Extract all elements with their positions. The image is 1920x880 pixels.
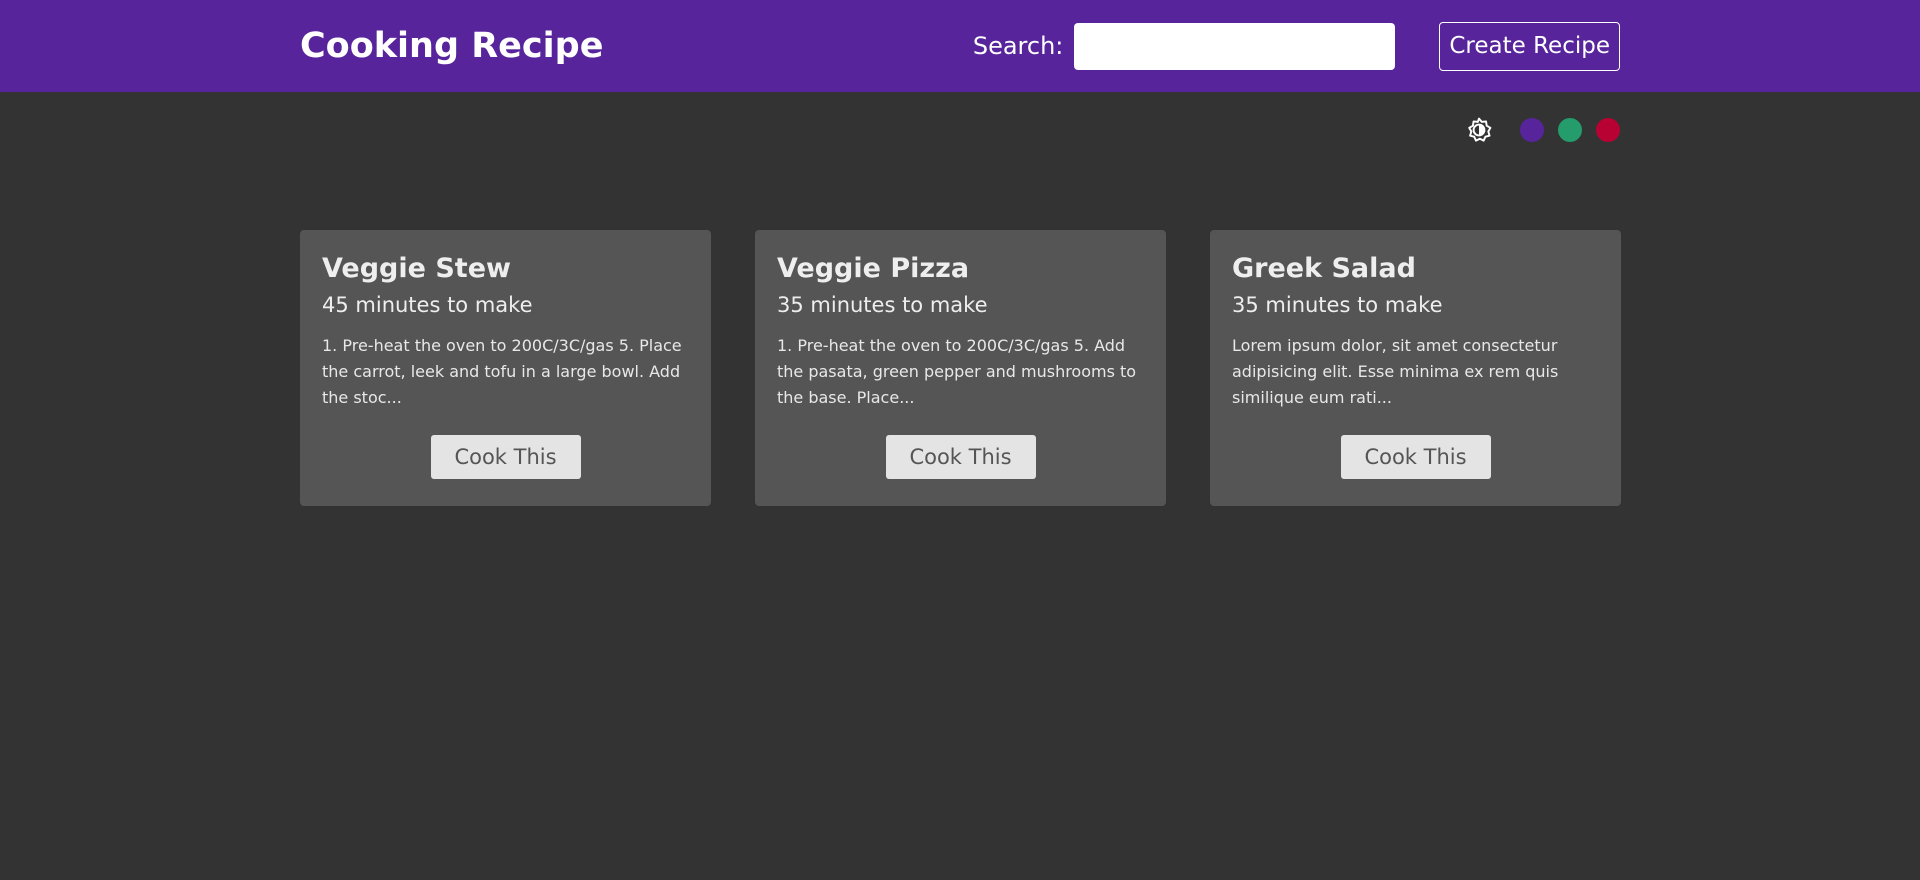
theme-swatch-red[interactable] — [1596, 118, 1620, 142]
brightness-toggle-icon[interactable] — [1466, 117, 1492, 143]
navbar: Cooking Recipe Search: Create Recipe — [0, 0, 1920, 92]
recipe-excerpt: 1. Pre-heat the oven to 200C/3C/gas 5. P… — [322, 336, 682, 407]
theme-swatch-green[interactable] — [1558, 118, 1582, 142]
brand-title[interactable]: Cooking Recipe — [300, 26, 603, 66]
recipe-card: Greek Salad 35 minutes to make Lorem ips… — [1210, 230, 1621, 506]
navbar-inner: Cooking Recipe Search: Create Recipe — [300, 0, 1620, 92]
recipe-excerpt: Lorem ipsum dolor, sit amet consectetur … — [1232, 336, 1559, 407]
recipe-title: Veggie Pizza — [777, 253, 970, 284]
create-recipe-button[interactable]: Create Recipe — [1439, 21, 1620, 71]
recipe-time: 45 minutes to make — [322, 293, 533, 317]
theme-swatch-purple[interactable] — [1520, 118, 1544, 142]
recipe-title: Greek Salad — [1232, 253, 1416, 284]
cook-this-button[interactable]: Cook This — [885, 435, 1036, 479]
navbar-actions: Search: Create Recipe — [972, 21, 1620, 71]
recipe-card: Veggie Stew 45 minutes to make 1. Pre-he… — [300, 230, 711, 506]
recipe-excerpt: 1. Pre-heat the oven to 200C/3C/gas 5. A… — [777, 336, 1137, 407]
search-label: Search: — [972, 32, 1064, 60]
search-input[interactable] — [1074, 22, 1396, 70]
recipe-time: 35 minutes to make — [777, 293, 988, 317]
cook-this-button[interactable]: Cook This — [1340, 435, 1491, 479]
recipe-time: 35 minutes to make — [1232, 293, 1443, 317]
recipe-list: Veggie Stew 45 minutes to make 1. Pre-he… — [300, 230, 1621, 506]
cook-this-button[interactable]: Cook This — [430, 435, 581, 479]
theme-selector — [300, 92, 1620, 162]
recipe-title: Veggie Stew — [322, 253, 511, 284]
recipe-card: Veggie Pizza 35 minutes to make 1. Pre-h… — [755, 230, 1166, 506]
